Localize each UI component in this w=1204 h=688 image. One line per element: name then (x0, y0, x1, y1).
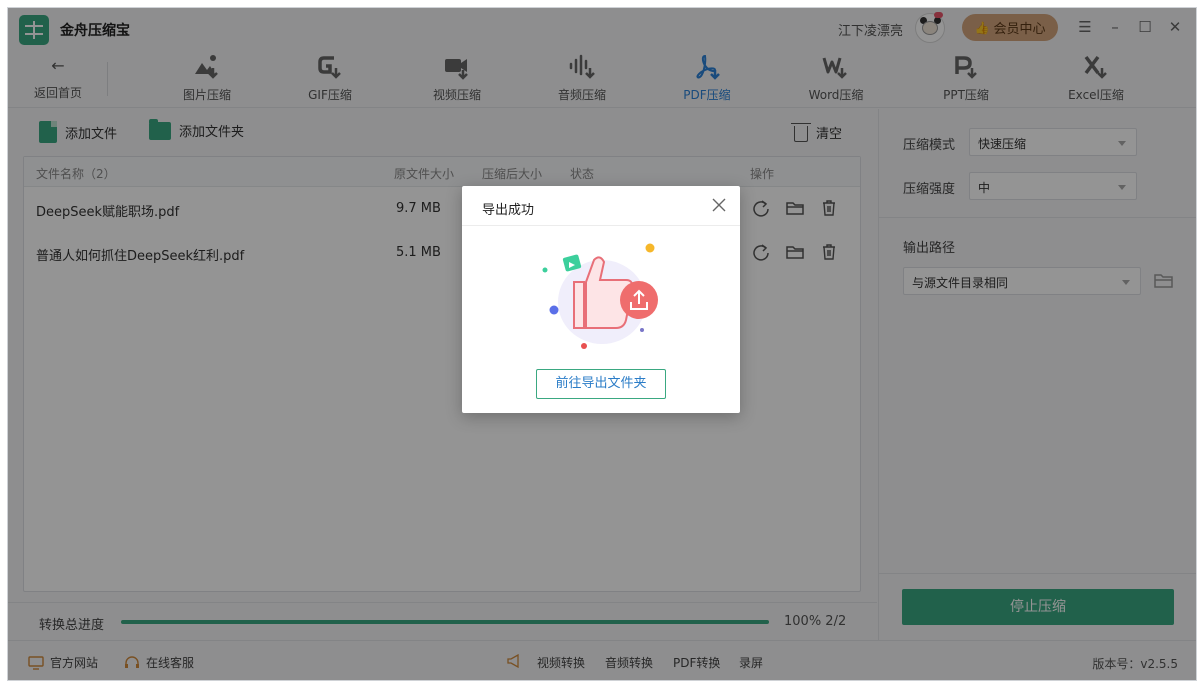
export-success-dialog: 导出成功 前往导出文件夹 (462, 186, 740, 413)
app-window: 金舟压缩宝 江下凌漂亮 👍 会员中心 ☰ – ☐ ✕ ← 返回首页 图片压缩 G… (7, 7, 1197, 681)
close-icon[interactable] (710, 196, 728, 214)
dialog-title: 导出成功 (482, 203, 535, 218)
thumbs-up-icon (528, 238, 668, 358)
dialog-header: 导出成功 (462, 186, 740, 226)
open-export-folder-button[interactable]: 前往导出文件夹 (536, 369, 666, 399)
